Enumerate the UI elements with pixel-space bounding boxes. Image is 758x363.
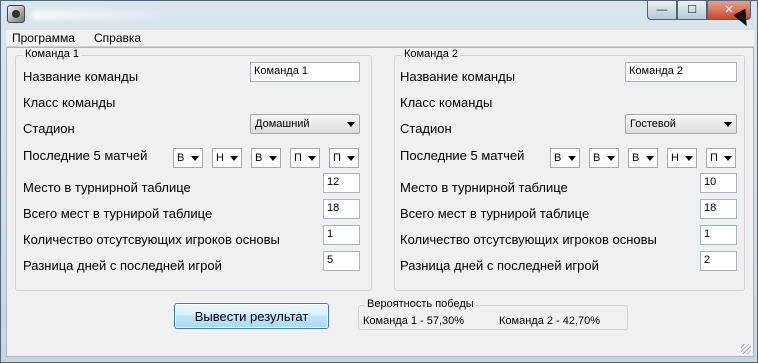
- chevron-down-icon: [269, 156, 277, 161]
- team2-last5-label: Последние 5 матчей: [400, 148, 525, 163]
- chevron-down-icon: [230, 156, 238, 161]
- team2-match5-value: П: [710, 152, 718, 164]
- chevron-down-icon: [347, 122, 355, 127]
- team1-stadium-value: Домашний: [255, 118, 310, 130]
- team1-days-label: Разница дней с последней игрой: [23, 258, 222, 273]
- team2-match1-select[interactable]: В: [550, 148, 580, 168]
- team1-stadium-label: Стадион: [23, 121, 75, 136]
- team2-total-label: Всего мест в турнирой таблице: [400, 206, 590, 221]
- minimize-button[interactable]: —: [647, 1, 677, 20]
- team2-match1-value: В: [554, 152, 562, 164]
- team1-match2-select[interactable]: Н: [212, 148, 242, 168]
- menu-help[interactable]: Справка: [94, 31, 141, 45]
- team1-days-input[interactable]: 5: [323, 251, 360, 271]
- app-icon[interactable]: [7, 5, 25, 23]
- win-probability-group: Вероятность победы Команда 1 - 57,30% Ко…: [358, 298, 628, 330]
- team1-match5-select[interactable]: П: [329, 148, 359, 168]
- team1-match4-select[interactable]: П: [290, 148, 320, 168]
- team2-days-label: Разница дней с последней игрой: [400, 258, 599, 273]
- menu-program[interactable]: Программа: [12, 31, 75, 45]
- team2-match3-select[interactable]: В: [628, 148, 658, 168]
- team1-match4-value: П: [294, 152, 302, 164]
- maximize-button[interactable]: ☐: [677, 1, 707, 20]
- team2-name-label: Название команды: [400, 69, 516, 84]
- team1-absent-input[interactable]: 1: [323, 225, 360, 245]
- chevron-down-icon: [607, 156, 615, 161]
- team2-place-input[interactable]: 10: [700, 173, 737, 193]
- chevron-down-icon: [347, 156, 355, 161]
- team1-place-label: Место в турнирной таблице: [23, 180, 191, 195]
- resize-grip-icon[interactable]: [741, 344, 751, 354]
- team2-match4-select[interactable]: Н: [667, 148, 697, 168]
- team2-class-label: Класс команды: [400, 95, 493, 110]
- team2-group-title: Команда 2: [402, 48, 460, 60]
- team1-name-label: Название команды: [23, 69, 139, 84]
- show-result-button[interactable]: Вывести результат: [174, 303, 329, 329]
- main-panel: Команда 1 Название команды Команда 1 Кла…: [6, 47, 754, 357]
- chevron-down-icon: [646, 156, 654, 161]
- team2-absent-input[interactable]: 1: [700, 225, 737, 245]
- team1-group: Команда 1: [15, 48, 372, 291]
- chevron-down-icon: [191, 156, 199, 161]
- team1-group-title: Команда 1: [23, 48, 81, 60]
- chevron-down-icon: [568, 156, 576, 161]
- team2-stadium-value: Гостевой: [630, 118, 676, 130]
- team2-match2-select[interactable]: В: [589, 148, 619, 168]
- title-bar[interactable]: — ☐ ✕: [1, 1, 757, 29]
- team2-probability: Команда 2 - 42,70%: [499, 315, 601, 327]
- team2-match4-value: Н: [671, 152, 679, 164]
- team1-match3-value: В: [255, 152, 263, 164]
- team2-stadium-label: Стадион: [400, 121, 452, 136]
- team1-match1-value: В: [177, 152, 185, 164]
- team1-place-input[interactable]: 12: [323, 173, 360, 193]
- team2-total-input[interactable]: 18: [700, 199, 737, 219]
- team2-group: Команда 2: [394, 48, 745, 291]
- team1-match1-select[interactable]: В: [173, 148, 203, 168]
- team2-match5-select[interactable]: П: [706, 148, 736, 168]
- team2-match2-value: В: [593, 152, 601, 164]
- team1-total-input[interactable]: 18: [323, 199, 360, 219]
- team2-match3-value: В: [632, 152, 640, 164]
- team1-last5-label: Последние 5 матчей: [23, 148, 148, 163]
- team1-match5-value: П: [333, 152, 341, 164]
- chevron-down-icon: [724, 156, 732, 161]
- team1-class-label: Класс команды: [23, 95, 116, 110]
- menu-bar: Программа Справка: [6, 30, 754, 47]
- app-window: — ☐ ✕ Программа Справка Команда 1 Назван…: [0, 0, 758, 363]
- team1-match3-select[interactable]: В: [251, 148, 281, 168]
- chevron-down-icon: [685, 156, 693, 161]
- team1-probability: Команда 1 - 57,30%: [363, 315, 465, 327]
- team2-absent-label: Количество отсутсвующих игроков основы: [400, 232, 657, 247]
- chevron-down-icon: [724, 122, 732, 127]
- team2-stadium-select[interactable]: Гостевой: [625, 114, 737, 134]
- team1-name-input[interactable]: Команда 1: [250, 62, 360, 82]
- chevron-down-icon: [308, 156, 316, 161]
- team1-stadium-select[interactable]: Домашний: [250, 114, 360, 134]
- team1-absent-label: Количество отсутсвующих игроков основы: [23, 232, 280, 247]
- window-title: [31, 10, 161, 20]
- team2-days-input[interactable]: 2: [700, 251, 737, 271]
- win-probability-title: Вероятность победы: [365, 298, 476, 310]
- team2-name-input[interactable]: Команда 2: [625, 62, 737, 82]
- team1-total-label: Всего мест в турнирой таблице: [23, 206, 213, 221]
- team1-match2-value: Н: [216, 152, 224, 164]
- team2-place-label: Место в турнирной таблице: [400, 180, 568, 195]
